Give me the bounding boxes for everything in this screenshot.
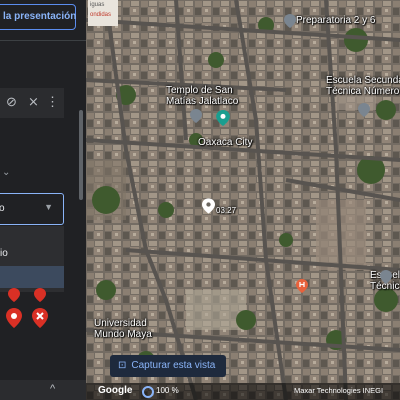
- close-pin-icon[interactable]: [32, 308, 48, 328]
- item-toolbar: ⊘ ⨯ ⋮: [0, 88, 64, 118]
- zoom-level: 100 %: [156, 386, 179, 395]
- hide-visibility-icon[interactable]: ⨯: [28, 94, 39, 110]
- building-sign: iguas ondidas: [88, 0, 118, 26]
- more-vert-icon[interactable]: ⋮: [46, 94, 59, 110]
- map-label-oaxaca-city[interactable]: Oaxaca City: [198, 137, 252, 148]
- satellite-imagery: [86, 0, 400, 400]
- panel-scrollbar[interactable]: [79, 110, 83, 200]
- map-label-coordinate: 03:27: [216, 206, 237, 215]
- panel-footer: ^: [0, 380, 86, 400]
- place-pin-icon[interactable]: [216, 110, 230, 126]
- collapse-icon[interactable]: ⌄: [2, 167, 10, 178]
- place-pin-icon[interactable]: [34, 288, 46, 302]
- sign-text: iguas: [90, 2, 105, 8]
- place-pin-icon[interactable]: [8, 288, 20, 302]
- presentation-button[interactable]: la presentación: [0, 4, 76, 30]
- school-pin-icon[interactable]: [358, 103, 370, 117]
- satellite-map[interactable]: iguas ondidas Preparatoria 2 y 6 Escuela…: [86, 0, 400, 400]
- dropdown-value: o: [0, 203, 5, 214]
- place-pin-icon[interactable]: [6, 308, 22, 328]
- school-pin-icon[interactable]: [284, 14, 296, 28]
- map-credits: Maxar Technologies INEGI: [294, 386, 384, 395]
- map-label-templo[interactable]: Templo de San Matías Jalatlaco: [166, 85, 238, 107]
- camera-icon: ⊡: [118, 360, 127, 371]
- map-label-escuela-secundaria[interactable]: Escuela Secundaria Técnica Número 1: [326, 75, 400, 97]
- church-pin-icon[interactable]: [190, 109, 202, 123]
- divider: [0, 40, 86, 41]
- style-dropdown[interactable]: o ▼: [0, 193, 64, 225]
- sign-text: ondidas: [90, 12, 112, 18]
- map-label-universidad[interactable]: Universidad Mundo Maya: [94, 318, 152, 340]
- chevron-up-icon[interactable]: ^: [50, 383, 55, 395]
- dropped-pin-icon[interactable]: [202, 198, 215, 214]
- side-panel: la presentación ⊘ ⨯ ⋮ ⌄ o ▼ io ^: [0, 0, 86, 400]
- zoom-icon[interactable]: [142, 386, 154, 398]
- map-attribution-bar: Google 100 % Maxar Technologies INEGI: [86, 383, 400, 400]
- google-logo: Google: [98, 385, 133, 396]
- dropdown-menu: io: [0, 226, 64, 292]
- menu-option[interactable]: io: [0, 248, 8, 259]
- capture-view-label: Capturar esta vista: [131, 360, 216, 371]
- school-pin-icon[interactable]: [380, 270, 392, 284]
- hide-icon[interactable]: ⊘: [6, 94, 17, 110]
- chevron-down-icon: ▼: [44, 202, 53, 212]
- capture-view-button[interactable]: ⊡ Capturar esta vista: [110, 355, 226, 377]
- hospital-pin-icon[interactable]: [296, 279, 308, 293]
- map-label-preparatoria[interactable]: Preparatoria 2 y 6: [296, 15, 376, 26]
- menu-option-selected[interactable]: [0, 266, 64, 288]
